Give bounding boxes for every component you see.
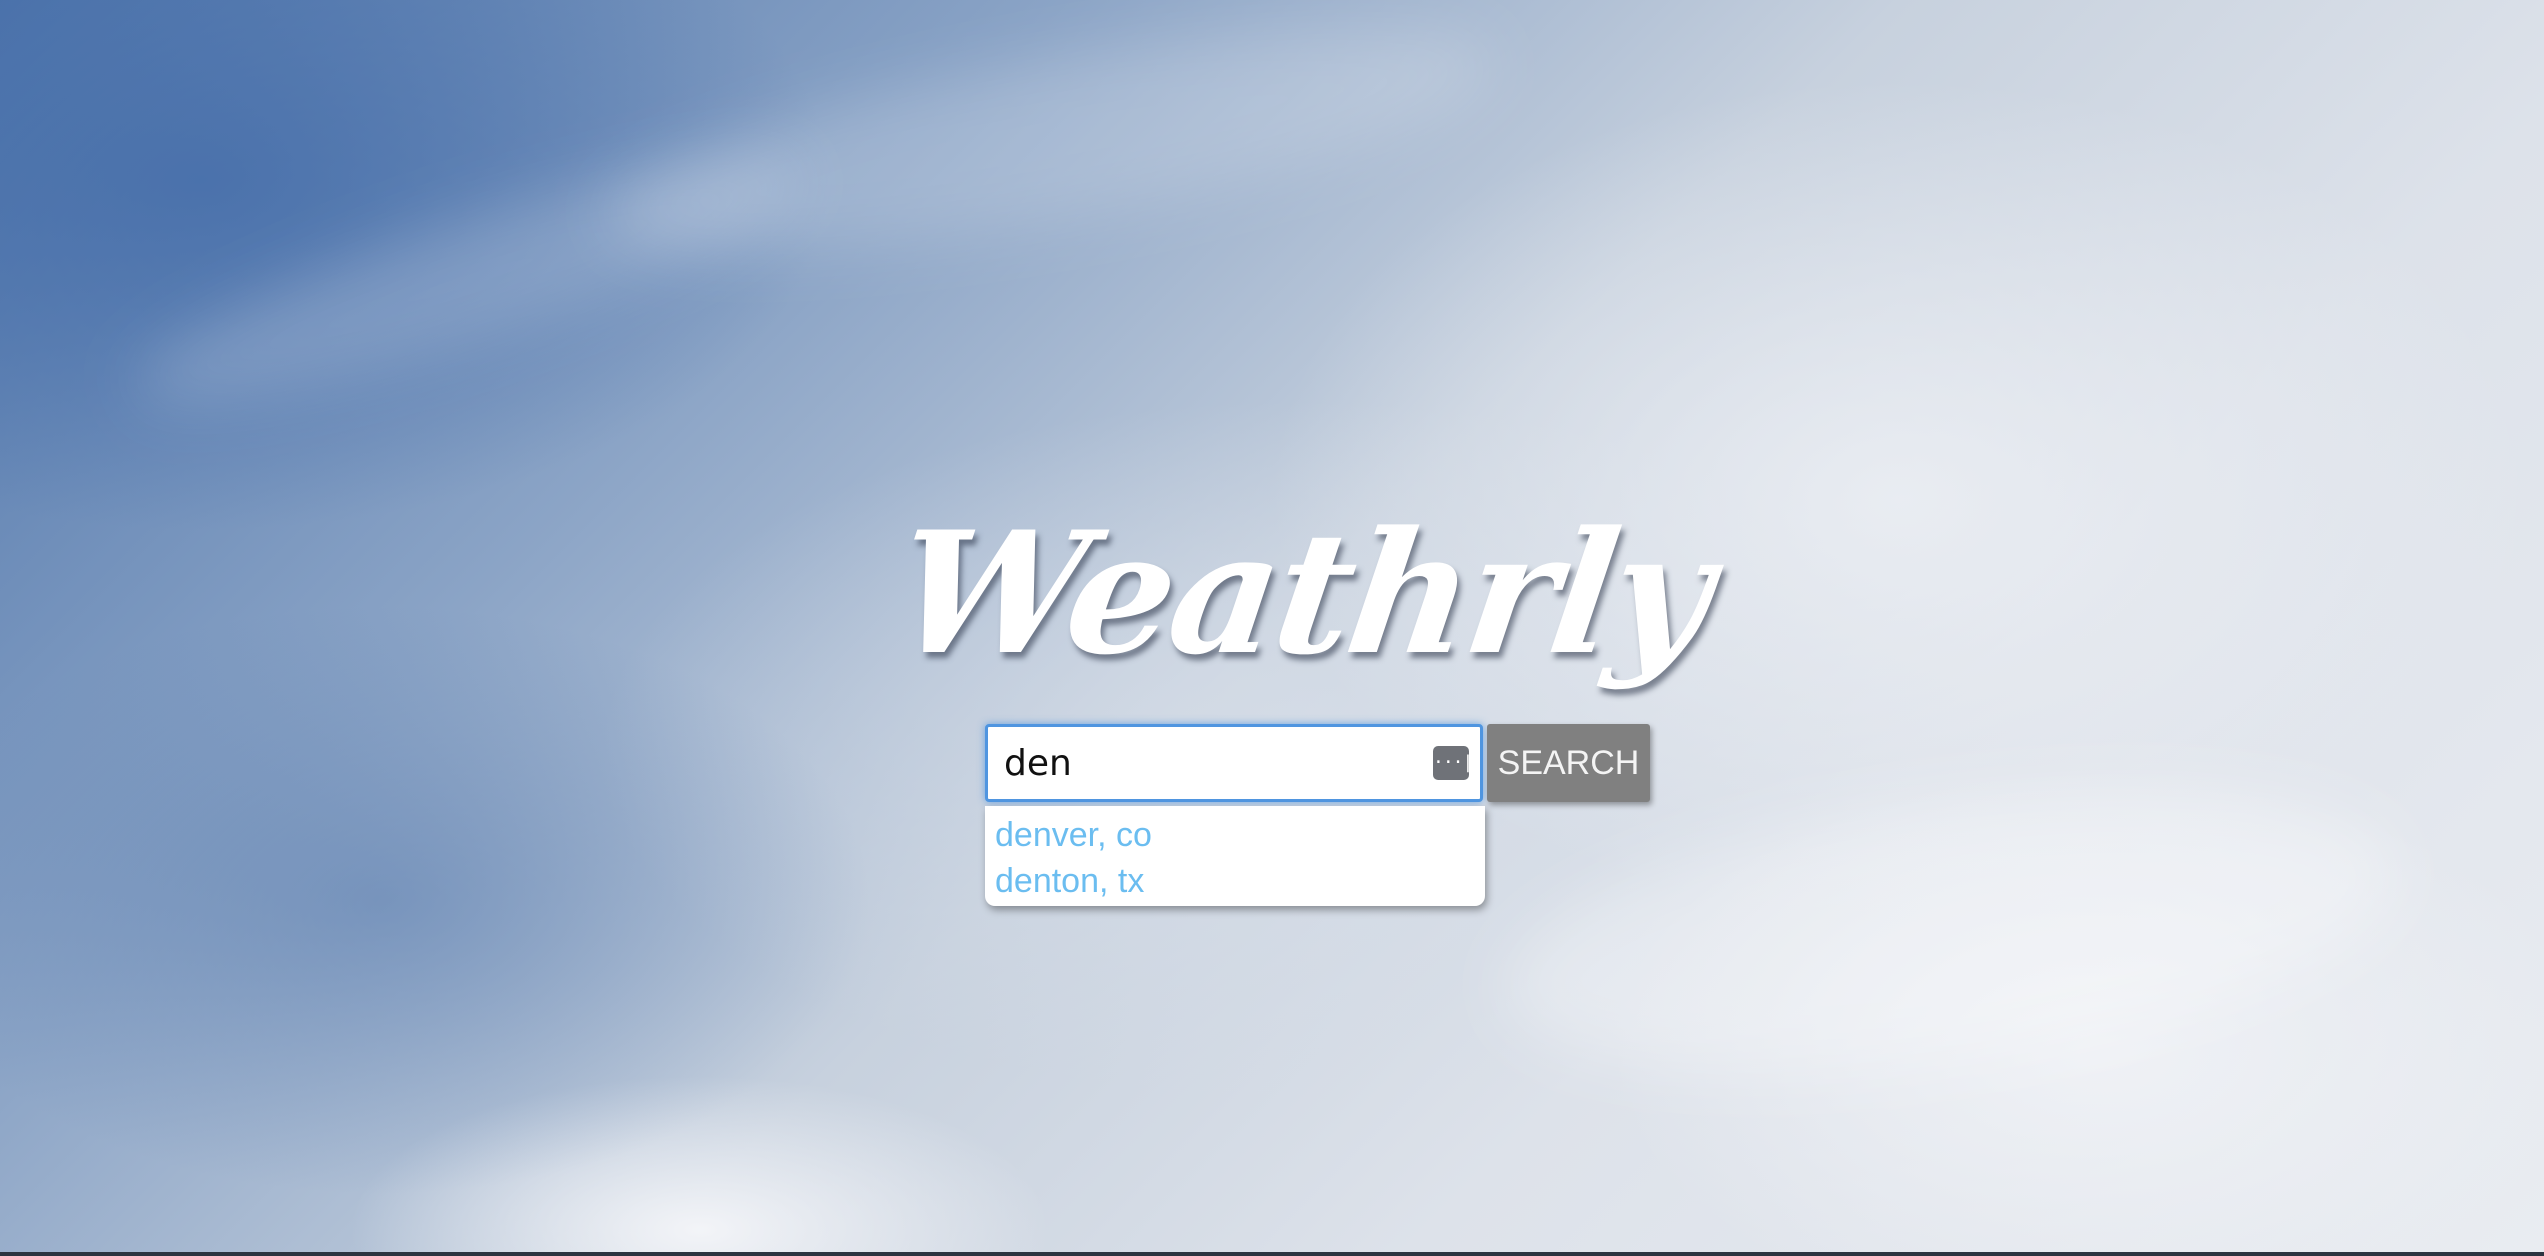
search-button[interactable]: SEARCH [1487, 724, 1650, 802]
autofill-key-icon[interactable]: ···| [1433, 746, 1473, 780]
background-cloud [592, 0, 1508, 297]
location-search-input[interactable] [985, 724, 1483, 802]
suggestion-item[interactable]: denton, tx [995, 858, 1475, 904]
app-logo: Weathrly [884, 494, 1721, 692]
autocomplete-suggestions: denver, co denton, tx [985, 806, 1485, 906]
suggestion-item[interactable]: denver, co [995, 812, 1475, 858]
window-bottom-edge [0, 1252, 2544, 1256]
